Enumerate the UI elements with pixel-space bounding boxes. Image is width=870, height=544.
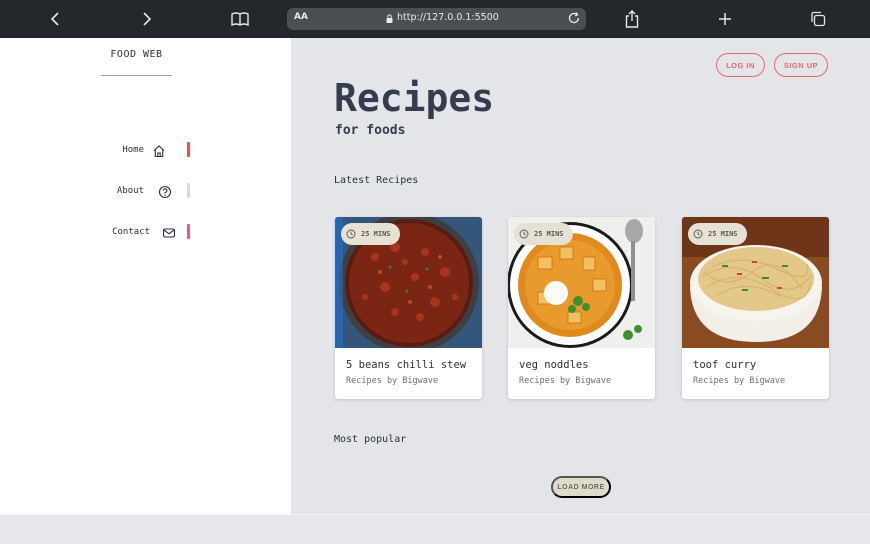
lock-icon bbox=[386, 14, 393, 23]
main-content: LOG IN SIGN UP Recipes for foods Latest … bbox=[291, 38, 870, 514]
cook-time-badge: 25 MINS bbox=[688, 223, 747, 245]
mail-icon bbox=[162, 225, 176, 239]
share-icon[interactable] bbox=[622, 9, 642, 29]
brand-divider bbox=[101, 75, 172, 76]
back-icon[interactable] bbox=[45, 9, 65, 29]
recipe-name[interactable]: 5 beans chilli stew bbox=[346, 359, 466, 371]
page-subtitle: for foods bbox=[335, 123, 406, 138]
nav-indicator bbox=[187, 183, 190, 198]
sidebar-item-label: About bbox=[116, 186, 144, 196]
recipe-name[interactable]: veg noddles bbox=[519, 359, 589, 371]
clock-icon bbox=[693, 229, 703, 239]
load-more-button[interactable]: LOAD MORE bbox=[551, 476, 611, 498]
sidebar: FOOD WEB Home About Contact bbox=[0, 38, 291, 514]
sidebar-item-label: Home bbox=[122, 145, 144, 155]
page-title: Recipes bbox=[334, 76, 495, 120]
cook-time-text: 25 MINS bbox=[534, 230, 564, 238]
recipe-card[interactable]: 25 MINS 5 beans chilli stew Recipes by B… bbox=[335, 217, 482, 399]
recipe-card[interactable]: 25 MINS toof curry Recipes by Bigwave bbox=[682, 217, 829, 399]
active-indicator bbox=[187, 142, 190, 157]
cook-time-text: 25 MINS bbox=[708, 230, 738, 238]
login-button[interactable]: LOG IN bbox=[716, 53, 765, 77]
brand-logo[interactable]: FOOD WEB bbox=[101, 49, 172, 60]
home-icon bbox=[152, 143, 166, 158]
address-bar[interactable]: AA http://127.0.0.1:5500 bbox=[287, 8, 586, 30]
book-icon[interactable] bbox=[230, 9, 250, 29]
new-tab-icon[interactable] bbox=[715, 9, 735, 29]
signup-button[interactable]: SIGN UP bbox=[774, 53, 828, 77]
recipe-author: Recipes by Bigwave bbox=[693, 376, 786, 386]
browser-toolbar: AA http://127.0.0.1:5500 bbox=[0, 0, 870, 38]
cook-time-text: 25 MINS bbox=[361, 230, 391, 238]
most-popular-heading: Most popular bbox=[334, 434, 407, 445]
sidebar-item-contact[interactable]: Contact bbox=[0, 224, 291, 241]
recipe-name[interactable]: toof curry bbox=[693, 359, 756, 371]
clock-icon bbox=[346, 229, 356, 239]
url-text: http://127.0.0.1:5500 bbox=[397, 12, 499, 23]
cook-time-badge: 25 MINS bbox=[341, 223, 400, 245]
tabs-overview-icon[interactable] bbox=[808, 9, 828, 29]
sidebar-item-label: Contact bbox=[112, 227, 150, 237]
recipe-author: Recipes by Bigwave bbox=[519, 376, 612, 386]
sidebar-item-home[interactable]: Home bbox=[0, 142, 291, 159]
reader-aa-button[interactable]: AA bbox=[294, 12, 308, 22]
recipe-card[interactable]: 25 MINS veg noddles Recipes by Bigwave bbox=[508, 217, 655, 399]
question-circle-icon bbox=[158, 184, 172, 199]
sidebar-item-about[interactable]: About bbox=[0, 183, 291, 200]
page-footer bbox=[0, 514, 870, 544]
latest-recipes-heading: Latest Recipes bbox=[334, 175, 419, 186]
cook-time-badge: 25 MINS bbox=[514, 223, 573, 245]
clock-icon bbox=[519, 229, 529, 239]
nav-indicator bbox=[187, 224, 190, 239]
recipe-author: Recipes by Bigwave bbox=[346, 376, 439, 386]
forward-icon[interactable] bbox=[137, 9, 157, 29]
reload-icon[interactable] bbox=[567, 11, 581, 25]
